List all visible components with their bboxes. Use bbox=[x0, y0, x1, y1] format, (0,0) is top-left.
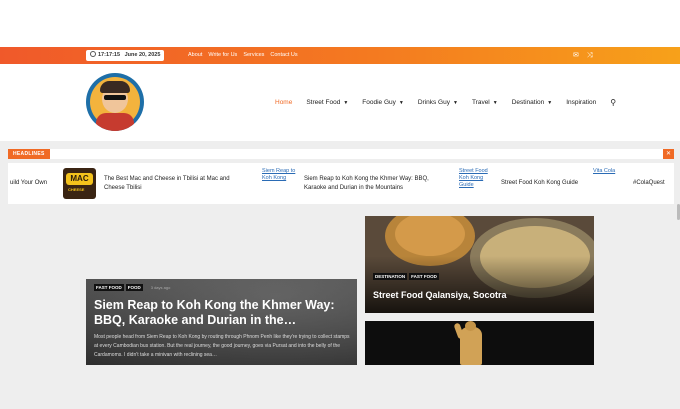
nav-drinks-guy-label: Drinks Guy bbox=[417, 99, 450, 106]
logo-figure-body bbox=[96, 113, 134, 131]
nav-street-food[interactable]: Street Food ▼ bbox=[306, 99, 348, 106]
featured-post-excerpt: Most people head from Siem Reap to Koh K… bbox=[94, 334, 350, 358]
chevron-down-icon: ▼ bbox=[398, 100, 404, 106]
ticker-item-title: Siem Reap to Koh Kong the Khmer Way: BBQ… bbox=[304, 175, 429, 191]
nav-destination-label: Destination bbox=[511, 99, 545, 106]
logo-figure-glasses bbox=[104, 95, 126, 100]
nav-destination[interactable]: Destination ▼ bbox=[512, 99, 552, 106]
category-tag[interactable]: FAST FOOD bbox=[94, 284, 124, 291]
image-overlay bbox=[365, 256, 594, 313]
broken-image-alt: Siem Reap to Koh Kong bbox=[262, 168, 296, 181]
search-icon[interactable]: ⚲ bbox=[610, 98, 616, 107]
top-link-write-for-us[interactable]: Write for Us bbox=[208, 47, 237, 64]
top-link-services[interactable]: Services bbox=[243, 47, 264, 64]
top-icons: ✉ ⤨ bbox=[573, 51, 592, 60]
chevron-down-icon: ▼ bbox=[492, 100, 498, 106]
statue-image bbox=[465, 321, 476, 331]
top-bar: 17:17:15 June 20, 2025 About Write for U… bbox=[0, 47, 680, 64]
chevron-down-icon: ▼ bbox=[547, 100, 553, 106]
ticker-item-title: uild Your Own bbox=[10, 180, 48, 186]
category-tag[interactable]: DESTINATION bbox=[373, 273, 408, 280]
clock-icon bbox=[90, 51, 96, 57]
broken-image-alt: Vita Cola bbox=[593, 168, 616, 174]
post-card[interactable]: DESTINATION FAST FOOD Street Food Qalans… bbox=[365, 216, 594, 313]
broken-image-alt: Street Food Koh Kong Guide bbox=[459, 168, 488, 188]
shuffle-icon[interactable]: ⤨ bbox=[587, 51, 593, 60]
current-date: June 20, 2025 bbox=[124, 52, 161, 58]
site-header: Home Street Food ▼ Foodie Guy ▼ Drinks Guy… bbox=[0, 64, 680, 141]
top-link-about[interactable]: About bbox=[188, 47, 202, 64]
nav-inspiration-label: Inspiration bbox=[566, 99, 597, 106]
nav-foodie-guy-label: Foodie Guy bbox=[362, 99, 396, 106]
featured-post-title[interactable]: Siem Reap to Koh Kong the Khmer Way: BBQ… bbox=[94, 298, 349, 328]
current-time: 17:17:15 bbox=[98, 52, 121, 58]
nav-street-food-label: Street Food bbox=[306, 99, 341, 106]
nav-travel[interactable]: Travel ▼ bbox=[472, 99, 498, 106]
main-nav: Home Street Food ▼ Foodie Guy ▼ Drinks Guy… bbox=[275, 64, 616, 141]
logo-figure-hair bbox=[100, 81, 130, 93]
nav-foodie-guy[interactable]: Foodie Guy ▼ bbox=[362, 99, 404, 106]
post-categories: FAST FOOD FOOD 3 days ago bbox=[94, 284, 170, 291]
ticker-item-title: Street Food Koh Kong Guide bbox=[501, 180, 579, 186]
ticker-item-title: #ColaQuest bbox=[633, 180, 665, 186]
category-tag[interactable]: FAST FOOD bbox=[409, 273, 439, 280]
thumb-logo-text: MAC bbox=[66, 173, 93, 185]
post-card-title[interactable]: Street Food Qalansiya, Socotra bbox=[373, 290, 507, 300]
date-time: 17:17:15 June 20, 2025 bbox=[86, 50, 165, 61]
nav-drinks-guy[interactable]: Drinks Guy ▼ bbox=[418, 99, 458, 106]
headlines-ticker: uild Your Own MAC CHEESE The Best Mac an… bbox=[8, 163, 674, 204]
post-card[interactable] bbox=[365, 321, 594, 365]
nav-home[interactable]: Home bbox=[275, 99, 292, 106]
featured-post[interactable]: FAST FOOD FOOD 3 days ago Siem Reap to K… bbox=[86, 279, 357, 365]
post-categories: DESTINATION FAST FOOD bbox=[373, 273, 439, 280]
chevron-down-icon: ▼ bbox=[452, 100, 458, 106]
thumb-logo-subtext: CHEESE bbox=[68, 187, 85, 192]
close-icon[interactable]: ✕ bbox=[663, 149, 674, 159]
headlines-bar: HEADLINES ✕ bbox=[8, 149, 674, 159]
nav-home-label: Home bbox=[275, 99, 293, 106]
ticker-item[interactable]: Siem Reap to Koh Kong Siem Reap to Koh K… bbox=[262, 163, 442, 204]
ticker-thumbnail: MAC CHEESE bbox=[63, 168, 96, 199]
ticker-item[interactable]: uild Your Own bbox=[10, 163, 47, 204]
nav-inspiration[interactable]: Inspiration bbox=[566, 99, 596, 106]
chevron-down-icon: ▼ bbox=[343, 100, 349, 106]
mail-icon[interactable]: ✉ bbox=[573, 51, 579, 60]
ticker-item[interactable]: Vita Cola #ColaQuest bbox=[593, 163, 674, 204]
site-logo[interactable] bbox=[86, 73, 144, 131]
page: 17:17:15 June 20, 2025 About Write for U… bbox=[0, 0, 680, 409]
statue-image bbox=[460, 327, 482, 365]
headlines-tag: HEADLINES bbox=[8, 149, 50, 159]
post-date: 3 days ago bbox=[150, 285, 171, 290]
top-link-contact-us[interactable]: Contact Us bbox=[270, 47, 297, 64]
ticker-item-title: The Best Mac and Cheese in Tbilisi at Ma… bbox=[104, 175, 230, 191]
category-tag[interactable]: FOOD bbox=[125, 284, 143, 291]
ticker-item[interactable]: MAC CHEESE The Best Mac and Cheese in Tb… bbox=[63, 163, 243, 204]
top-links: About Write for Us Services Contact Us bbox=[188, 47, 298, 64]
nav-travel-label: Travel bbox=[471, 99, 490, 106]
